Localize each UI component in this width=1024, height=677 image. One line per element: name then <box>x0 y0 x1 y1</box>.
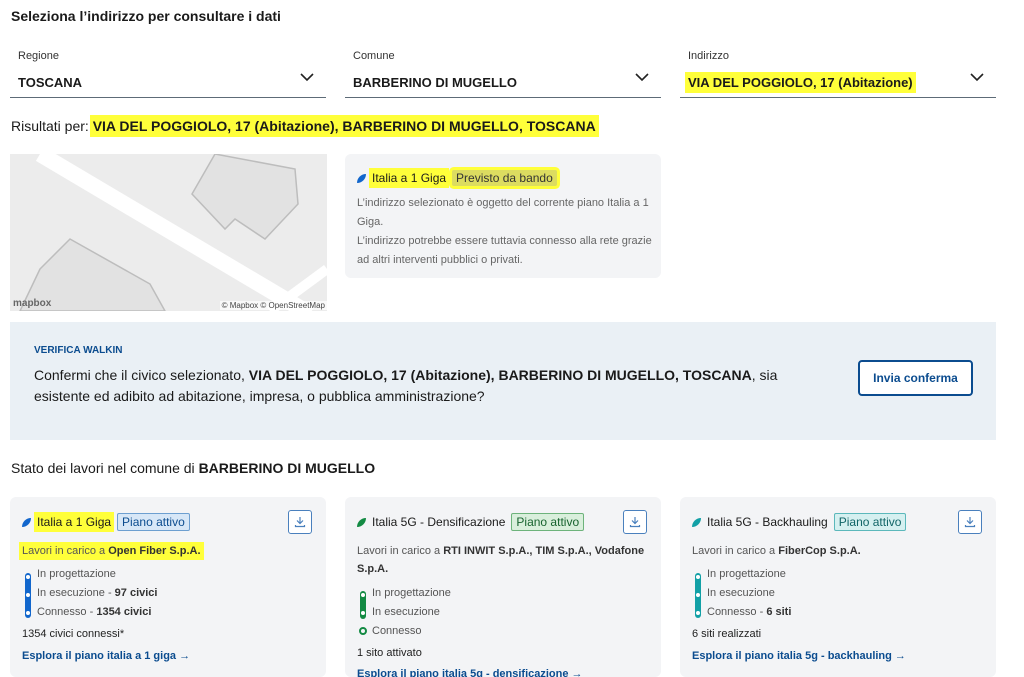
step-connesso: Connesso <box>372 625 422 637</box>
esplora-5g-densificazione-link[interactable]: Esplora il piano italia 5g - densificazi… <box>357 668 583 677</box>
comune-label: Comune <box>353 50 395 62</box>
map-canvas <box>10 154 327 311</box>
card-lavori: Lavori in carico a RTI INWIT S.p.A., TIM… <box>357 542 647 578</box>
plan-info-description: L’indirizzo selezionato è oggetto del co… <box>357 194 657 270</box>
step-connesso: Connesso - 1354 civici <box>37 606 152 618</box>
step-dot <box>696 575 700 579</box>
card-summary: 1354 civici connessi* <box>22 628 125 640</box>
download-button[interactable] <box>288 510 312 534</box>
status-badge: Piano attivo <box>117 513 190 531</box>
step-esecuzione: In esecuzione <box>372 606 440 618</box>
progress-tracker <box>692 573 704 618</box>
step-ring <box>359 627 367 635</box>
step-connesso: Connesso - 6 siti <box>707 606 792 618</box>
verifica-walkin-panel: VERIFICA WALKIN Confermi che il civico s… <box>10 322 996 440</box>
regione-value: TOSCANA <box>18 75 83 90</box>
comune-value: BARBERINO DI MUGELLO <box>353 75 517 90</box>
plan-info-card: Italia a 1 Giga Previsto da bando L’indi… <box>345 154 661 278</box>
plan-card-5g-densificazione: Italia 5G - Densificazione Piano attivo … <box>345 497 661 677</box>
map-attribution[interactable]: © Mapbox © OpenStreetMap <box>219 301 327 310</box>
card-title: Italia a 1 Giga <box>37 515 112 529</box>
results-prefix: Risultati per: <box>11 118 89 134</box>
results-line: Risultati per: VIA DEL POGGIOLO, 17 (Abi… <box>11 118 596 134</box>
progress-tracker <box>22 573 34 618</box>
card-steps: In progettazione In esecuzione - 97 civi… <box>37 565 158 622</box>
download-icon <box>629 517 641 528</box>
card-header: Italia 5G - Backhauling Piano attivo <box>692 513 907 531</box>
indirizzo-value: VIA DEL POGGIOLO, 17 (Abitazione) <box>688 75 913 90</box>
stato-prefix: Stato dei lavori nel comune di <box>11 460 195 476</box>
chevron-down-icon <box>300 73 314 82</box>
lavori-prefix: Lavori in carico a <box>692 545 776 557</box>
step-dot <box>26 575 30 579</box>
step-dot <box>361 611 365 615</box>
regione-select[interactable]: Regione TOSCANA <box>10 46 326 98</box>
status-badge: Piano attivo <box>511 513 585 531</box>
comune-select[interactable]: Comune BARBERINO DI MUGELLO <box>345 46 661 98</box>
invia-conferma-button[interactable]: Invia conferma <box>858 360 973 396</box>
download-button[interactable] <box>623 510 647 534</box>
step-esecuzione: In esecuzione - 97 civici <box>37 587 158 599</box>
card-steps: In progettazione In esecuzione Connesso … <box>707 565 791 622</box>
step-dot <box>696 593 700 597</box>
regione-label: Regione <box>18 50 59 62</box>
indirizzo-label: Indirizzo <box>688 50 729 62</box>
card-lavori: Lavori in carico a FiberCop S.p.A. <box>692 542 982 560</box>
stato-lavori-heading: Stato dei lavori nel comune di BARBERINO… <box>11 460 375 476</box>
mapbox-logo: mapbox <box>13 298 52 309</box>
download-button[interactable] <box>958 510 982 534</box>
plan-info-header: Italia a 1 Giga Previsto da bando <box>357 170 557 186</box>
plan-status-badge: Previsto da bando <box>452 170 557 186</box>
map[interactable]: mapbox © Mapbox © OpenStreetMap <box>10 154 327 311</box>
card-steps: In progettazione In esecuzione Connesso <box>372 584 451 641</box>
leaf-icon <box>22 517 31 527</box>
status-badge: Piano attivo <box>833 513 907 531</box>
step-esecuzione: In esecuzione <box>707 587 775 599</box>
walkin-text: Confermi che il civico selezionato, VIA … <box>34 365 824 407</box>
plan-card-1giga: Italia a 1 Giga Piano attivo Lavori in c… <box>10 497 326 677</box>
step-progettazione: In progettazione <box>372 587 451 599</box>
indirizzo-select[interactable]: Indirizzo VIA DEL POGGIOLO, 17 (Abitazio… <box>680 46 996 98</box>
walkin-text-before: Confermi che il civico selezionato, <box>34 367 245 383</box>
card-title: Italia 5G - Backhauling <box>707 515 828 529</box>
step-dot <box>361 593 365 597</box>
walkin-text-address: VIA DEL POGGIOLO, 17 (Abitazione), BARBE… <box>248 367 752 383</box>
lavori-prefix: Lavori in carico a <box>357 545 441 557</box>
download-icon <box>294 517 306 528</box>
progress-tracker <box>357 591 369 637</box>
esplora-5g-backhauling-link[interactable]: Esplora il piano italia 5g - backhauling… <box>692 650 906 662</box>
card-header: Italia a 1 Giga Piano attivo <box>22 513 190 531</box>
esplora-1giga-link[interactable]: Esplora il piano italia a 1 giga → <box>22 650 190 662</box>
card-title: Italia 5G - Densificazione <box>372 515 506 529</box>
stato-comune: BARBERINO DI MUGELLO <box>198 460 376 476</box>
download-icon <box>964 517 976 528</box>
lavori-company: FiberCop S.p.A. <box>778 545 861 557</box>
chevron-down-icon <box>635 73 649 82</box>
results-address: VIA DEL POGGIOLO, 17 (Abitazione), BARBE… <box>92 118 596 134</box>
card-summary: 1 sito attivato <box>357 647 422 659</box>
step-dot <box>696 611 700 615</box>
card-header: Italia 5G - Densificazione Piano attivo <box>357 513 585 531</box>
leaf-icon <box>357 173 366 183</box>
chevron-down-icon <box>970 73 984 82</box>
walkin-title: VERIFICA WALKIN <box>34 345 123 356</box>
step-dot <box>26 611 30 615</box>
card-summary: 6 siti realizzati <box>692 628 762 640</box>
page-title: Seleziona l’indirizzo per consultare i d… <box>11 8 281 24</box>
step-dot <box>26 593 30 597</box>
leaf-icon <box>357 517 366 527</box>
leaf-icon <box>692 517 701 527</box>
step-progettazione: In progettazione <box>37 568 116 580</box>
plan-info-line1: L’indirizzo selezionato è oggetto del co… <box>357 197 649 228</box>
lavori-prefix: Lavori in carico a <box>22 545 106 557</box>
plan-info-title: Italia a 1 Giga <box>372 171 447 185</box>
card-lavori: Lavori in carico a Open Fiber S.p.A. <box>22 542 312 560</box>
lavori-company: Open Fiber S.p.A. <box>108 545 201 557</box>
plan-card-5g-backhauling: Italia 5G - Backhauling Piano attivo Lav… <box>680 497 996 677</box>
plan-info-line2: L’indirizzo potrebbe essere tuttavia con… <box>357 235 652 266</box>
step-progettazione: In progettazione <box>707 568 786 580</box>
